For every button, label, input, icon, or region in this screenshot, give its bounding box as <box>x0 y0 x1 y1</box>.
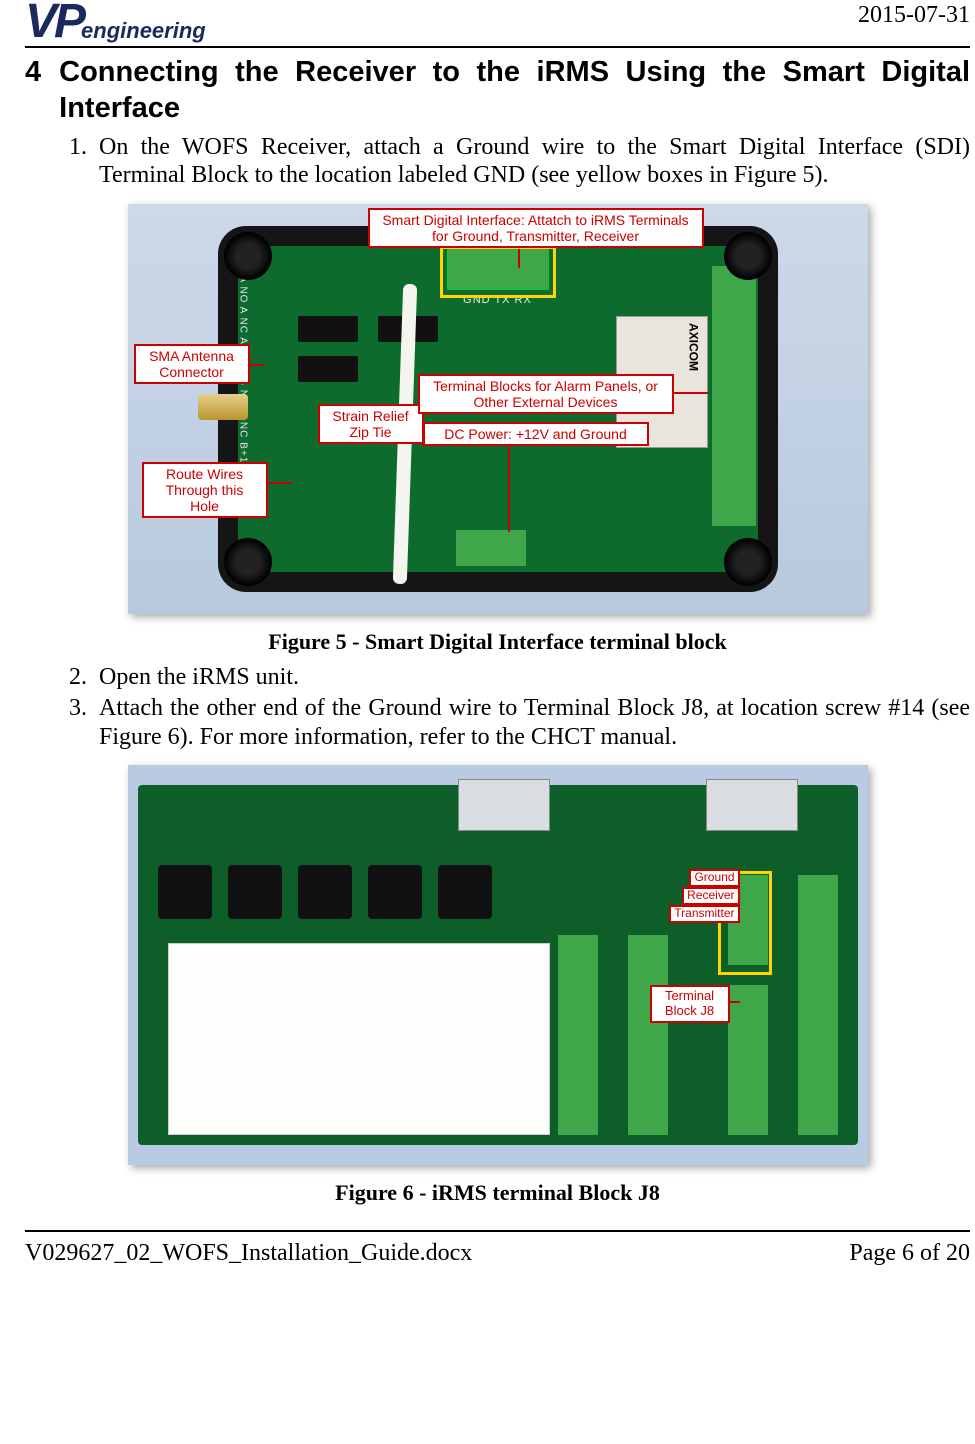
footer-page-number: Page 6 of 20 <box>849 1240 970 1267</box>
figure-6-caption: Figure 6 - iRMS terminal Block J8 <box>25 1180 970 1206</box>
section-heading: 4 Connecting the Receiver to the iRMS Us… <box>25 54 970 127</box>
callout-ground: Ground <box>689 869 739 887</box>
page-footer: V029627_02_WOFS_Installation_Guide.docx … <box>25 1230 970 1267</box>
step-1: On the WOFS Receiver, attach a Ground wi… <box>93 133 970 191</box>
relay-label: AXICOM <box>687 323 701 371</box>
logo: VP engineering <box>25 0 206 44</box>
step-3: Attach the other end of the Ground wire … <box>93 694 970 752</box>
section-title: Connecting the Receiver to the iRMS Usin… <box>59 54 970 127</box>
figure-5: GND TX RX COM A NO A NC A COM B NO B NC … <box>25 204 970 655</box>
callout-sma: SMA Antenna Connector <box>134 344 250 384</box>
figure-5-image: GND TX RX COM A NO A NC A COM B NO B NC … <box>128 204 868 614</box>
callout-terminal-block: Terminal Block J8 <box>650 985 730 1023</box>
figure-6: Ground Receiver Transmitter Terminal Blo… <box>25 765 970 1206</box>
callout-sdi: Smart Digital Interface: Attatch to iRMS… <box>368 208 704 248</box>
header-date: 2015-07-31 <box>858 2 970 29</box>
step-2: Open the iRMS unit. <box>93 663 970 692</box>
section-number: 4 <box>25 54 41 127</box>
logo-mark: VP <box>25 0 83 43</box>
callout-transmitter: Transmitter <box>669 905 739 923</box>
callout-route: Route Wires Through this Hole <box>142 462 268 518</box>
callout-alarm: Terminal Blocks for Alarm Panels, or Oth… <box>418 374 674 414</box>
procedure-list-continued: Open the iRMS unit. Attach the other end… <box>65 663 970 751</box>
page-header: VP engineering 2015-07-31 <box>25 0 970 48</box>
sma-connector-graphic <box>198 394 248 420</box>
figure-6-image: Ground Receiver Transmitter Terminal Blo… <box>128 765 868 1165</box>
callout-dc: DC Power: +12V and Ground <box>423 422 649 446</box>
procedure-list: On the WOFS Receiver, attach a Ground wi… <box>65 133 970 191</box>
logo-subtext: engineering <box>81 18 206 44</box>
footer-filename: V029627_02_WOFS_Installation_Guide.docx <box>25 1240 472 1267</box>
figure-5-caption: Figure 5 - Smart Digital Interface termi… <box>25 629 970 655</box>
callout-receiver: Receiver <box>682 887 739 905</box>
callout-strain: Strain Relief Zip Tie <box>318 404 424 444</box>
